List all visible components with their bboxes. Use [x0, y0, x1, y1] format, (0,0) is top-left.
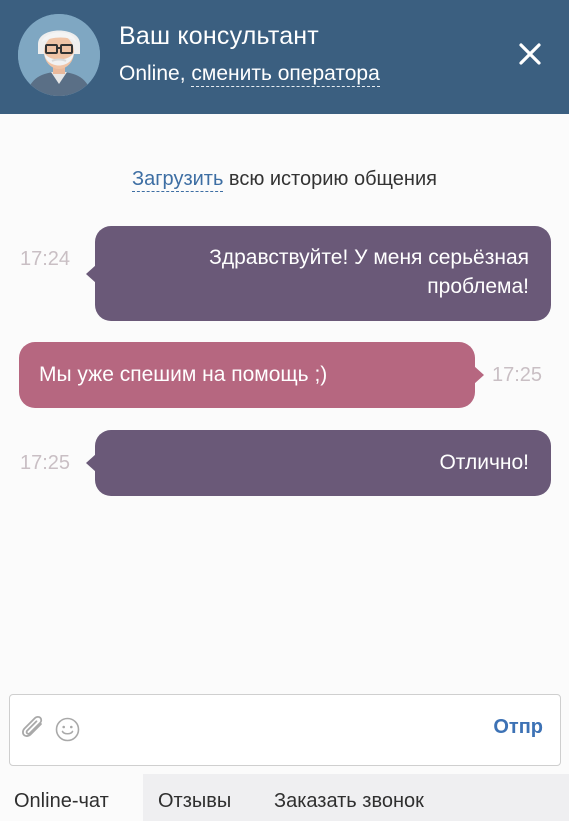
message-input[interactable]: Отпр [9, 694, 561, 766]
load-history-link[interactable]: Загрузить [132, 168, 224, 192]
message-text: Здравствуйте! У меня серьёзная [209, 246, 529, 269]
message-time: 17:25 [20, 452, 71, 474]
online-status: Online, [119, 62, 186, 85]
message-incoming: Отлично! [86, 430, 551, 496]
header-title: Ваш консультант [119, 22, 319, 50]
message-text: проблема! [427, 275, 529, 298]
load-history-text: всю историю общения [223, 168, 437, 190]
send-button[interactable]: Отпр [493, 716, 543, 739]
close-icon[interactable] [516, 40, 544, 68]
tab-order-call[interactable]: Заказать звонок [259, 774, 469, 821]
message-time: 17:25 [492, 364, 543, 386]
smile-icon[interactable] [55, 717, 80, 742]
operator-avatar [18, 14, 100, 96]
message-text: Мы уже спешим на помощь ;) [39, 363, 328, 386]
bottom-tabs: Online-чат Отзывы Заказать звонок [0, 774, 569, 821]
message-outgoing: Мы уже спешим на помощь ;) [19, 342, 484, 408]
load-history: Загрузить всю историю общения [0, 168, 569, 192]
message-text: Отлично! [439, 451, 529, 474]
message-incoming: Здравствуйте! У меня серьёзная проблема! [86, 226, 551, 321]
message-time: 17:24 [20, 248, 71, 270]
header-status: Online, сменить оператора [119, 62, 380, 87]
tab-online-chat[interactable]: Online-чат [0, 774, 143, 821]
change-operator-link[interactable]: сменить оператора [191, 62, 380, 87]
chat-header: Ваш консультант Online, сменить оператор… [0, 0, 569, 114]
chat-widget: Ваш консультант Online, сменить оператор… [0, 0, 569, 821]
tab-reviews[interactable]: Отзывы [143, 774, 259, 821]
paperclip-icon[interactable] [21, 715, 47, 743]
